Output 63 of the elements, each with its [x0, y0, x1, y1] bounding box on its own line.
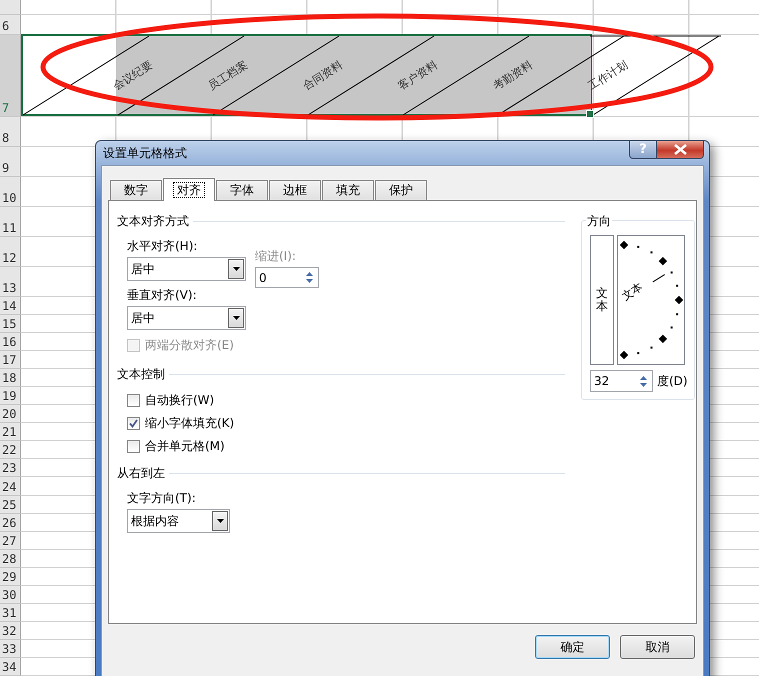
tab[interactable]: 保护: [375, 180, 427, 200]
cell-text[interactable]: 工作计划: [586, 60, 629, 92]
section-heading: 文本控制: [117, 366, 165, 382]
row-header[interactable]: 14: [0, 297, 21, 316]
cell-text[interactable]: 员工档案: [206, 60, 249, 92]
section-heading: 文本对齐方式: [117, 212, 189, 230]
row-header[interactable]: 31: [0, 604, 21, 622]
row-header[interactable]: 16: [0, 333, 21, 352]
row-header[interactable]: 26: [0, 514, 21, 532]
row-header[interactable]: 11: [0, 207, 21, 237]
row-header[interactable]: 7: [0, 35, 21, 117]
row-header[interactable]: 23: [0, 459, 21, 478]
tab[interactable]: 填充: [322, 180, 374, 200]
tab[interactable]: 边框: [269, 180, 321, 200]
orientation-dial[interactable]: 文本: [617, 235, 685, 365]
row-header[interactable]: 27: [0, 532, 21, 550]
checkbox-label: 自动换行(W): [145, 392, 214, 408]
row-header[interactable]: 33: [0, 640, 21, 658]
row-header[interactable]: 28: [0, 550, 21, 568]
row-header[interactable]: 10: [0, 177, 21, 207]
checkbox-label: 两端分散对齐(E): [145, 336, 234, 354]
row-header[interactable]: 24: [0, 477, 21, 496]
row-header[interactable]: 8: [0, 117, 21, 147]
vertical-text-button[interactable]: 文本: [590, 235, 614, 365]
row-header[interactable]: 22: [0, 441, 21, 460]
window-title: 设置单元格格式: [102, 144, 187, 162]
degrees-field[interactable]: 32: [590, 370, 653, 392]
tab[interactable]: 数字: [110, 180, 162, 200]
tab[interactable]: 字体: [216, 180, 268, 200]
cell-text[interactable]: 考勤资料: [491, 60, 534, 92]
field-label: 度(D): [657, 372, 688, 390]
row-header[interactable]: 29: [0, 568, 21, 586]
dropdown[interactable]: 居中: [127, 306, 246, 330]
tab[interactable]: 对齐: [163, 178, 215, 201]
row-header[interactable]: 9: [0, 147, 21, 177]
section-heading: 从右到左: [117, 464, 165, 482]
dropdown[interactable]: 居中: [127, 257, 246, 281]
dial-text: 文本: [620, 281, 645, 302]
field-label: 缩进(I):: [255, 248, 297, 262]
row-header[interactable]: 6: [0, 15, 21, 35]
field-label: 垂直对齐(V):: [127, 287, 198, 301]
row-header[interactable]: 30: [0, 586, 21, 604]
cell-text[interactable]: 会议纪要: [111, 60, 154, 92]
row-header[interactable]: 20: [0, 405, 21, 424]
row-header[interactable]: 13: [0, 267, 21, 297]
checkbox-label: 合并单元格(M): [145, 438, 225, 454]
row-header[interactable]: 25: [0, 496, 21, 514]
row-header[interactable]: 32: [0, 622, 21, 640]
row-header[interactable]: 12: [0, 237, 21, 267]
checkbox-label: 缩小字体填充(K): [145, 414, 234, 432]
dialog-button[interactable]: 取消: [620, 635, 695, 659]
row-header[interactable]: 15: [0, 315, 21, 334]
cell-text[interactable]: 合同资料: [301, 60, 344, 92]
row-header[interactable]: 34: [0, 658, 21, 676]
dialog-button[interactable]: 确定: [535, 635, 610, 659]
row-header[interactable]: 21: [0, 423, 21, 442]
row-header[interactable]: 19: [0, 387, 21, 406]
dropdown[interactable]: 根据内容: [127, 509, 230, 533]
row-header[interactable]: 17: [0, 351, 21, 370]
field-label: 文字方向(T):: [127, 490, 197, 504]
cell-text[interactable]: 客户资料: [396, 60, 439, 92]
field-label: 水平对齐(H):: [127, 238, 198, 252]
row-header[interactable]: 18: [0, 369, 21, 388]
